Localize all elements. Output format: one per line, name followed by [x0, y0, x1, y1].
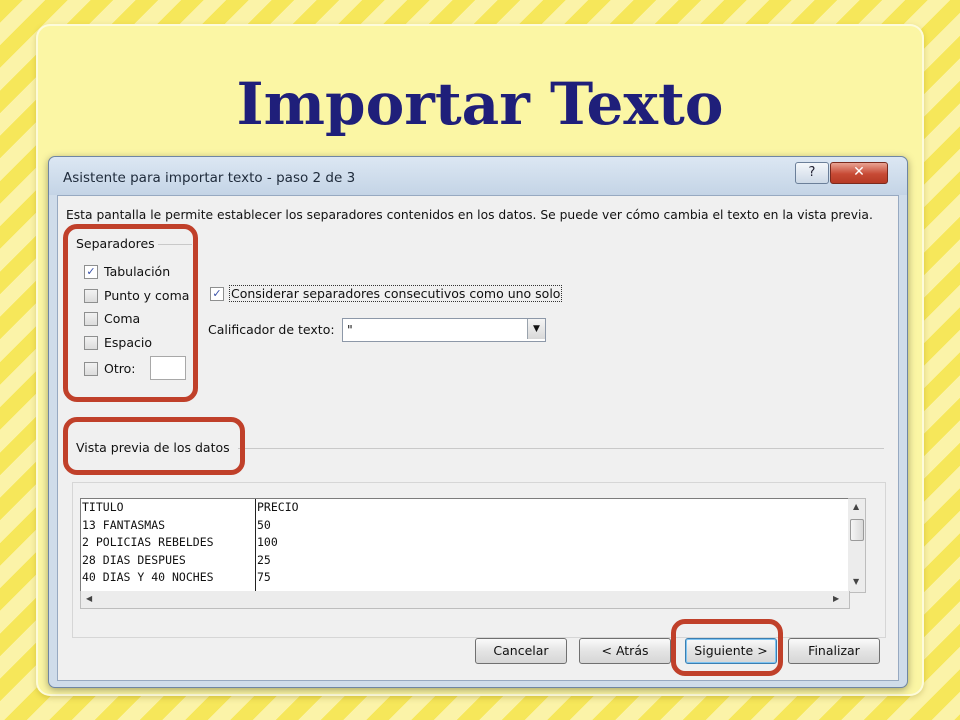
separators-highlight — [63, 224, 198, 402]
preview-horizontal-scrollbar[interactable]: ◀ ▶ — [80, 591, 850, 609]
text-qualifier-select[interactable]: " ▼ — [342, 318, 546, 342]
slide-title: Importar Texto — [236, 70, 724, 138]
scroll-left-icon[interactable]: ◀ — [86, 594, 92, 603]
checkbox-consecutive-label: Considerar separadores consecutivos como… — [228, 285, 563, 302]
text-qualifier-label: Calificador de texto: — [208, 322, 335, 337]
scroll-up-icon[interactable]: ▲ — [853, 502, 859, 511]
scroll-down-icon[interactable]: ▼ — [853, 577, 859, 586]
cancel-button[interactable]: Cancelar — [475, 638, 567, 664]
help-button[interactable]: ? — [795, 162, 829, 184]
preview-cell: 2 POLICIAS REBELDES — [82, 535, 214, 550]
back-button[interactable]: < Atrás — [579, 638, 671, 664]
preview-vertical-scrollbar[interactable]: ▲ ▼ — [848, 498, 866, 593]
preview-column-2[interactable]: PRECIO 50 100 25 75 — [256, 499, 849, 592]
preview-cell: 28 DIAS DESPUES — [82, 552, 186, 567]
checkbox-consecutive[interactable]: ✓ — [210, 286, 224, 301]
preview-cell: 25 — [257, 552, 271, 567]
text-qualifier-value: " — [347, 322, 353, 337]
close-button[interactable]: ✕ — [830, 162, 888, 184]
preview-cell: 40 DIAS Y 40 NOCHES — [82, 570, 214, 585]
finish-button[interactable]: Finalizar — [788, 638, 880, 664]
preview-cell: 50 — [257, 517, 271, 532]
preview-cell: 75 — [257, 570, 271, 585]
dropdown-arrow-icon[interactable]: ▼ — [527, 319, 545, 339]
dialog-title: Asistente para importar texto - paso 2 d… — [63, 170, 356, 186]
preview-cell: 13 FANTASMAS — [82, 517, 166, 532]
preview-cell: PRECIO — [257, 500, 299, 514]
preview-cell: 100 — [257, 535, 278, 550]
data-preview[interactable]: TITULO 13 FANTASMAS 2 POLICIAS REBELDES … — [80, 498, 850, 593]
checkbox-row-consecutive[interactable]: ✓ Considerar separadores consecutivos co… — [210, 285, 563, 302]
preview-cell: TITULO — [82, 500, 124, 514]
preview-highlight — [63, 417, 245, 475]
dialog-titlebar[interactable]: Asistente para importar texto - paso 2 d… — [49, 157, 907, 195]
scroll-right-icon[interactable]: ▶ — [833, 594, 839, 603]
dialog-description: Esta pantalla le permite establecer los … — [66, 208, 873, 222]
scroll-thumb[interactable] — [850, 519, 864, 541]
next-button-highlight — [671, 619, 783, 676]
preview-group-line — [238, 448, 884, 449]
preview-column-1[interactable]: TITULO 13 FANTASMAS 2 POLICIAS REBELDES … — [81, 499, 256, 592]
